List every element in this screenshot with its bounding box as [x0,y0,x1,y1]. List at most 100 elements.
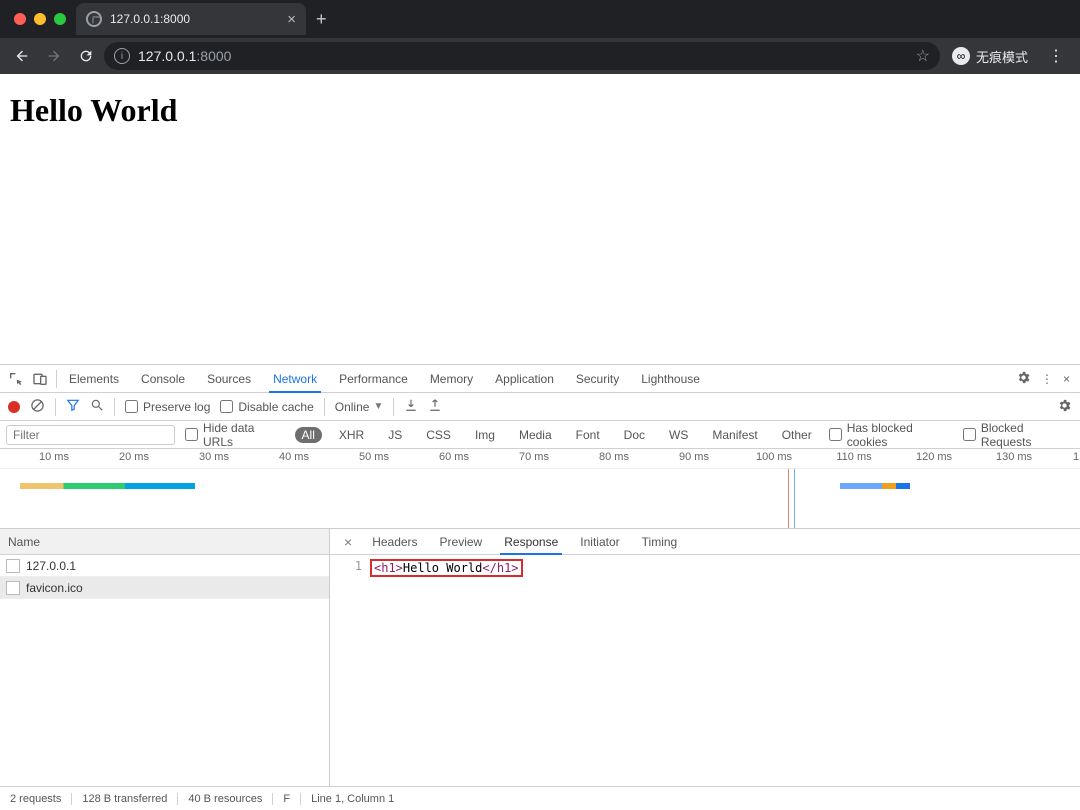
settings-gear-icon[interactable] [1016,370,1031,388]
timeline-tick: 80 ms [599,451,629,463]
reload-button[interactable] [72,42,100,70]
hide-data-urls-checkbox[interactable]: Hide data URLs [185,421,285,449]
export-har-icon[interactable] [428,398,442,415]
timeline-tick: 70 ms [519,451,549,463]
incognito-indicator[interactable]: ∞ 无痕模式 [952,47,1028,66]
blocked-requests-checkbox[interactable]: Blocked Requests [963,421,1074,449]
filter-type-xhr[interactable]: XHR [332,427,371,443]
request-list-header[interactable]: Name [0,529,329,555]
filter-type-media[interactable]: Media [512,427,559,443]
tab-elements[interactable]: Elements [59,365,129,392]
tab-console[interactable]: Console [131,365,195,392]
timeline-bar [840,483,910,489]
filter-type-font[interactable]: Font [569,427,607,443]
close-detail-icon[interactable]: × [336,534,360,550]
address-bar[interactable]: i 127.0.0.1:8000 ☆ [104,42,940,70]
detail-tab-timing[interactable]: Timing [632,529,688,554]
arrow-left-icon [14,48,30,64]
network-toolbar: Preserve log Disable cache Online▼ [0,393,1080,421]
timeline-tick: 10 ms [39,451,69,463]
filter-type-js[interactable]: JS [381,427,409,443]
request-detail: × Headers Preview Response Initiator Tim… [330,529,1080,786]
status-cursor: Line 1, Column 1 [301,793,404,805]
document-icon [6,581,20,595]
detail-tab-headers[interactable]: Headers [362,529,427,554]
filter-type-manifest[interactable]: Manifest [705,427,764,443]
has-blocked-cookies-checkbox[interactable]: Has blocked cookies [829,421,953,449]
site-info-icon[interactable]: i [114,48,130,64]
document-icon [6,559,20,573]
filter-type-other[interactable]: Other [775,427,819,443]
timeline-tick: 130 ms [996,451,1032,463]
filter-type-css[interactable]: CSS [419,427,458,443]
filter-input[interactable] [6,425,175,445]
devtools-close-icon[interactable]: × [1063,372,1070,386]
timeline-tick: 40 ms [279,451,309,463]
network-settings-gear-icon[interactable] [1057,398,1072,416]
tab-performance[interactable]: Performance [329,365,418,392]
incognito-label: 无痕模式 [976,47,1028,66]
back-button[interactable] [8,42,36,70]
import-har-icon[interactable] [404,398,418,415]
browser-tab[interactable]: 127.0.0.1:8000 × [76,3,306,35]
filter-type-img[interactable]: Img [468,427,502,443]
close-window-icon[interactable] [14,13,26,25]
timeline-tick: 60 ms [439,451,469,463]
preserve-log-checkbox[interactable]: Preserve log [125,400,210,414]
separator [324,398,325,416]
device-toolbar-icon[interactable] [30,369,50,389]
tab-network[interactable]: Network [263,365,327,392]
traffic-lights [0,13,66,25]
disable-cache-checkbox[interactable]: Disable cache [220,400,313,414]
timeline-bar [20,483,195,489]
throttling-select[interactable]: Online▼ [335,400,384,414]
tab-security[interactable]: Security [566,365,629,392]
maximize-window-icon[interactable] [54,13,66,25]
devtools-tabstrip: Elements Console Sources Network Perform… [0,365,1080,393]
tab-sources[interactable]: Sources [197,365,261,392]
clear-icon[interactable] [30,398,45,416]
minimize-window-icon[interactable] [34,13,46,25]
detail-tab-response[interactable]: Response [494,529,568,554]
network-filterbar: Hide data URLs All XHR JS CSS Img Media … [0,421,1080,449]
browser-tabs: 127.0.0.1:8000 × + [76,0,327,38]
filter-type-all[interactable]: All [295,427,322,443]
response-line: 1 <h1>Hello World</h1> [330,559,1080,577]
network-body: Name 127.0.0.1 favicon.ico × Headers Pre… [0,529,1080,786]
separator [114,398,115,416]
request-row[interactable]: favicon.ico [0,577,329,599]
response-body[interactable]: 1 <h1>Hello World</h1> [330,555,1080,786]
timeline-ticks: 10 ms 20 ms 30 ms 40 ms 50 ms 60 ms 70 m… [0,449,1080,469]
request-name: favicon.ico [26,581,83,595]
detail-tab-initiator[interactable]: Initiator [570,529,629,554]
bookmark-star-icon[interactable]: ☆ [916,46,930,66]
filter-icon[interactable] [66,398,80,415]
status-requests: 2 requests [0,793,72,805]
separator [55,398,56,416]
inspect-element-icon[interactable] [6,369,26,389]
tab-memory[interactable]: Memory [420,365,483,392]
new-tab-button[interactable]: + [316,9,327,30]
page-content: Hello World [0,74,1080,364]
search-icon[interactable] [90,398,104,415]
timeline-tick: 120 ms [916,451,952,463]
status-resources: 40 B resources [178,793,273,805]
filter-type-ws[interactable]: WS [662,427,695,443]
request-row[interactable]: 127.0.0.1 [0,555,329,577]
network-timeline[interactable]: 10 ms 20 ms 30 ms 40 ms 50 ms 60 ms 70 m… [0,449,1080,529]
tab-lighthouse[interactable]: Lighthouse [631,365,710,392]
globe-icon [86,11,102,27]
network-statusbar: 2 requests 128 B transferred 40 B resour… [0,786,1080,810]
timeline-tick: 20 ms [119,451,149,463]
filter-type-doc[interactable]: Doc [617,427,652,443]
record-button[interactable] [8,401,20,413]
forward-button[interactable] [40,42,68,70]
request-list: Name 127.0.0.1 favicon.ico [0,529,330,786]
devtools-menu-icon[interactable]: ⋮ [1041,372,1053,386]
arrow-right-icon [46,48,62,64]
browser-menu-button[interactable]: ⋮ [1040,46,1072,66]
close-tab-icon[interactable]: × [287,11,296,28]
tab-application[interactable]: Application [485,365,564,392]
detail-tab-preview[interactable]: Preview [430,529,493,554]
response-code: <h1>Hello World</h1> [370,559,523,577]
